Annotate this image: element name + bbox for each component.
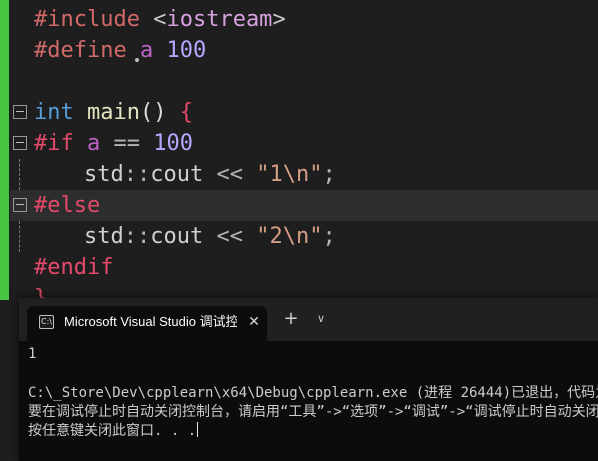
code-line[interactable]: std::cout << "2\n"; xyxy=(10,221,598,252)
terminal-tab[interactable]: C:\ Microsoft Visual Studio 调试控制台 ✕ xyxy=(27,306,267,341)
number-literal: 100 xyxy=(153,131,193,156)
macro-name: a xyxy=(87,131,101,156)
code-line-current[interactable]: #else xyxy=(10,190,598,221)
number-literal: 100 xyxy=(166,38,207,63)
console-icon: C:\ xyxy=(39,315,54,329)
new-tab-icon[interactable]: + xyxy=(279,307,303,331)
collapse-icon[interactable] xyxy=(13,198,27,212)
operator: == xyxy=(113,131,141,156)
code-text: #define a 100 xyxy=(34,35,206,66)
semicolon: ; xyxy=(322,224,336,249)
string-literal: "2\n" xyxy=(256,224,323,249)
identifier: cout xyxy=(150,162,204,187)
code-text: #endif xyxy=(34,252,113,283)
collapse-icon[interactable] xyxy=(13,105,27,119)
keyword: int xyxy=(34,100,74,125)
preprocessor-directive: #include xyxy=(34,7,140,32)
indent-guide xyxy=(19,221,20,252)
code-line[interactable]: std::cout << "1\n"; xyxy=(10,159,598,190)
namespace: std xyxy=(84,162,124,187)
preprocessor-directive: #else xyxy=(34,193,101,218)
preprocessor-directive: #define xyxy=(34,38,127,63)
scope-operator: :: xyxy=(123,162,151,187)
console-icon-text: C:\ xyxy=(41,317,52,326)
preprocessor-directive: #if xyxy=(34,131,74,156)
code-line[interactable]: #include <iostream> xyxy=(10,4,598,35)
identifier: cout xyxy=(150,224,204,249)
code-text: int main() { xyxy=(34,97,193,128)
code-text: std::cout << "1\n"; xyxy=(84,159,336,190)
semicolon: ; xyxy=(322,162,336,187)
terminal-titlebar[interactable]: C:\ Microsoft Visual Studio 调试控制台 ✕ + ∨ xyxy=(19,298,598,341)
code-line[interactable]: #if a == 100 xyxy=(10,128,598,159)
terminal-output[interactable]: 1 C:\_Store\Dev\cpplearn\x64\Debug\cpple… xyxy=(28,345,598,461)
output-line: 1 xyxy=(28,346,37,362)
code-text: #include <iostream> xyxy=(34,4,286,35)
function-name: main xyxy=(87,100,140,125)
include-open-bracket: < xyxy=(153,7,167,32)
open-brace: { xyxy=(179,100,193,125)
tab-title: Microsoft Visual Studio 调试控制台 xyxy=(64,314,237,329)
code-text: #if a == 100 xyxy=(34,128,193,159)
scope-operator: :: xyxy=(123,224,151,249)
output-line: 要在调试停止时自动关闭控制台，请启用“工具”->“选项”->“调试”->“调试停… xyxy=(28,404,598,420)
collapse-icon[interactable] xyxy=(13,136,27,150)
code-line[interactable]: int main() { xyxy=(10,97,598,128)
indent-guide xyxy=(19,159,20,190)
operator: << xyxy=(216,224,243,249)
close-tab-icon[interactable]: ✕ xyxy=(243,306,265,338)
string-literal: "1\n" xyxy=(256,162,323,187)
debug-console-window[interactable]: C:\ Microsoft Visual Studio 调试控制台 ✕ + ∨ … xyxy=(19,298,598,461)
parentheses: () xyxy=(139,100,167,125)
suggestion-dot-icon xyxy=(135,58,139,62)
macro-name: a xyxy=(139,38,154,63)
output-line: C:\_Store\Dev\cpplearn\x64\Debug\cpplear… xyxy=(28,385,598,401)
include-close-bracket: > xyxy=(272,7,286,32)
code-text: std::cout << "2\n"; xyxy=(84,221,336,252)
code-line[interactable]: #endif xyxy=(10,252,598,283)
namespace: std xyxy=(84,224,124,249)
include-header-name: iostream xyxy=(166,7,273,32)
preprocessor-directive: #endif xyxy=(34,255,114,280)
code-text: #else xyxy=(34,190,100,221)
output-line: 按任意键关闭此窗口. . . xyxy=(28,422,199,441)
code-line[interactable]: #define a 100 xyxy=(10,35,598,66)
output-line-text: 按任意键关闭此窗口. . . xyxy=(28,423,197,439)
operator: << xyxy=(216,162,243,187)
change-indicator-bar xyxy=(0,0,9,300)
text-cursor xyxy=(197,422,199,437)
chevron-down-icon[interactable]: ∨ xyxy=(309,307,333,331)
